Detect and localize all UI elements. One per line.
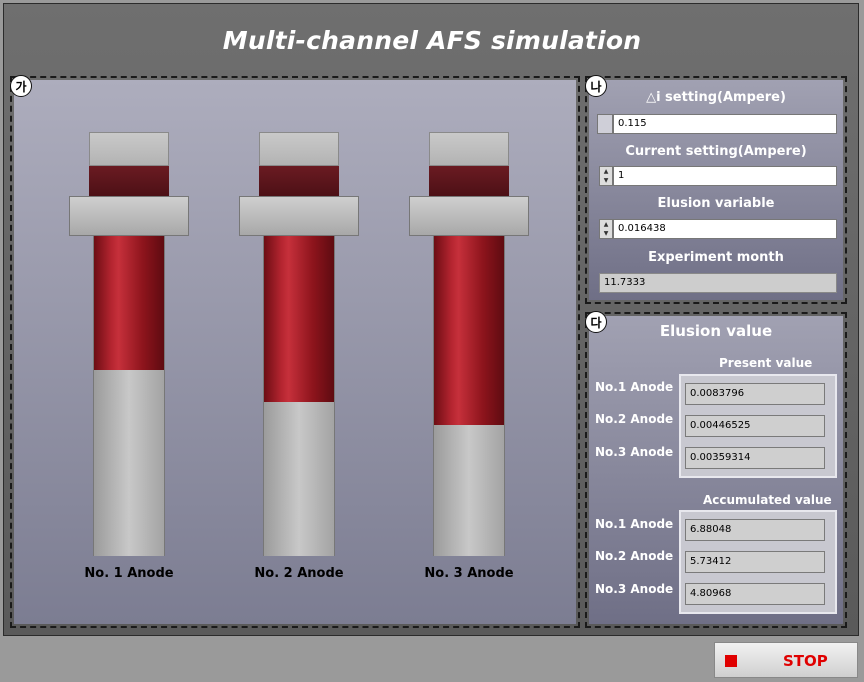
stop-icon	[725, 655, 737, 667]
anode-3-tube	[433, 236, 505, 556]
anode-3-level	[434, 236, 504, 425]
panel-badge-a: 가	[10, 75, 32, 97]
present-value-1: 0.0083796	[685, 383, 825, 405]
present-row-1-label: No.1 Anode	[595, 380, 674, 394]
accumulated-row-3-label: No.3 Anode	[595, 582, 674, 596]
anode-panel: 가 No. 1 Anode No. 2 Anode No. 3 Anode	[10, 75, 580, 628]
settings-panel-background	[589, 80, 843, 300]
settings-panel: 나 △i setting(Ampere) 0.115 Current setti…	[585, 75, 847, 304]
accumulated-row-2-label: No.2 Anode	[595, 549, 674, 563]
anode-3-label: No. 3 Anode	[424, 566, 514, 581]
experiment-month-label: Experiment month	[648, 250, 784, 265]
anode-1: No. 1 Anode	[67, 132, 192, 602]
present-value-label: Present value	[719, 356, 813, 370]
delta-increment[interactable]	[597, 114, 613, 134]
current-spinner[interactable]: ▲ ▼	[599, 166, 613, 186]
elusion-spinner[interactable]: ▲ ▼	[599, 219, 613, 239]
stop-button[interactable]: STOP	[714, 642, 858, 678]
anode-2-cap	[259, 132, 339, 166]
present-value-3: 0.00359314	[685, 447, 825, 469]
anode-1-label: No. 1 Anode	[84, 566, 174, 581]
anode-2-collar	[259, 166, 339, 196]
anode-3-flange	[409, 196, 529, 236]
window-title: Multi-channel AFS simulation	[222, 26, 642, 55]
accumulated-row-1-label: No.1 Anode	[595, 517, 674, 531]
anode-1-level	[94, 236, 164, 371]
present-row-3-label: No.3 Anode	[595, 445, 674, 459]
delta-label: △i setting(Ampere)	[646, 90, 786, 105]
elusion-variable-label: Elusion variable	[657, 196, 775, 211]
accumulated-value-label: Accumulated value	[703, 493, 832, 507]
anode-1-flange	[69, 196, 189, 236]
elusion-variable-input[interactable]: 0.016438	[613, 219, 837, 239]
anode-3-cap	[429, 132, 509, 166]
anode-2-level	[264, 236, 334, 403]
experiment-month-value: 11.7333	[599, 273, 837, 293]
present-value-group: 0.0083796 0.00446525 0.00359314	[679, 374, 837, 478]
accumulated-value-group: 6.88048 5.73412 4.80968	[679, 510, 837, 614]
current-label: Current setting(Ampere)	[625, 144, 807, 159]
elusion-value-title: Elusion value	[659, 322, 773, 340]
anode-2: No. 2 Anode	[237, 132, 362, 602]
current-input[interactable]: 1	[613, 166, 837, 186]
present-row-2-label: No.2 Anode	[595, 412, 674, 426]
anode-1-collar	[89, 166, 169, 196]
delta-input[interactable]: 0.115	[613, 114, 837, 134]
present-value-2: 0.00446525	[685, 415, 825, 437]
accumulated-value-3: 4.80968	[685, 583, 825, 605]
anode-3: No. 3 Anode	[407, 132, 532, 602]
accumulated-value-2: 5.73412	[685, 551, 825, 573]
anode-2-label: No. 2 Anode	[254, 566, 344, 581]
accumulated-value-1: 6.88048	[685, 519, 825, 541]
elusion-panel: 다 Elusion value Present value No.1 Anode…	[585, 311, 847, 628]
anode-1-tube	[93, 236, 165, 556]
anode-3-collar	[429, 166, 509, 196]
anode-2-tube	[263, 236, 335, 556]
stop-label: STOP	[783, 652, 828, 670]
anode-1-cap	[89, 132, 169, 166]
anode-2-flange	[239, 196, 359, 236]
